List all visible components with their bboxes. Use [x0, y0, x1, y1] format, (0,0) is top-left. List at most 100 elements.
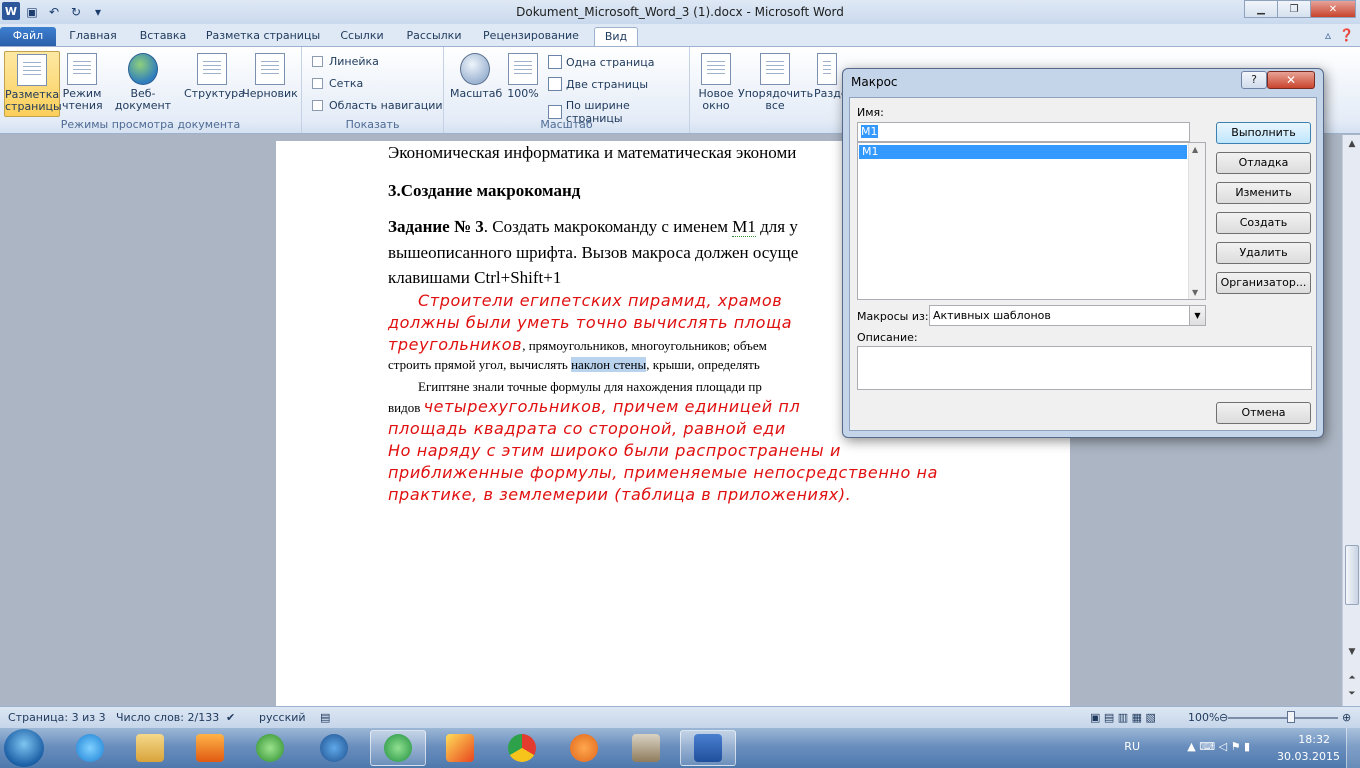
page-count[interactable]: Страница: 3 из 3	[8, 711, 106, 724]
dropdown-arrow-icon[interactable]: ▼	[1189, 306, 1205, 325]
views-group-label: Режимы просмотра документа	[60, 118, 241, 131]
create-button[interactable]: Создать	[1216, 212, 1311, 234]
taskbar-ie[interactable]	[62, 730, 118, 766]
run-button[interactable]: Выполнить	[1216, 122, 1311, 144]
edit-button[interactable]: Изменить	[1216, 182, 1311, 204]
red-text-line: видов четырехугольников, причем единицей…	[388, 397, 801, 416]
tab-mailings[interactable]: Рассылки	[400, 27, 468, 47]
dialog-body: Имя: М1 М1 ▲ ▼ Выполнить Отладка Изменит…	[849, 97, 1317, 431]
arrange-all-button[interactable]: Упорядочить все	[738, 51, 813, 117]
macro-dialog: Макрос ? ✕ Имя: М1 М1 ▲ ▼ Выполнить Отла…	[842, 68, 1324, 438]
close-button[interactable]: ✕	[1310, 0, 1356, 18]
start-button[interactable]	[4, 729, 44, 767]
scroll-up-icon[interactable]: ▲	[1345, 137, 1359, 151]
text-line: Египтяне знали точные формулы для нахожд…	[418, 379, 762, 394]
chrome-icon	[508, 734, 536, 762]
globe-icon	[128, 53, 158, 85]
reading-mode-button[interactable]: Режим чтения	[62, 51, 103, 117]
show-desktop-button[interactable]	[1346, 728, 1360, 768]
list-scrollbar[interactable]: ▲ ▼	[1188, 143, 1205, 299]
dialog-title: Макрос	[851, 75, 898, 89]
scroll-down-icon[interactable]: ▼	[1345, 645, 1359, 659]
draft-button[interactable]: Черновик	[242, 51, 298, 117]
taskbar-word[interactable]	[680, 730, 736, 766]
dialog-close-button[interactable]: ✕	[1267, 71, 1315, 89]
scroll-down-icon[interactable]: ▼	[1192, 288, 1198, 297]
taskbar-mail[interactable]	[306, 730, 362, 766]
tab-insert[interactable]: Вставка	[130, 27, 196, 47]
taskbar-app[interactable]	[432, 730, 488, 766]
new-window-button[interactable]: Новое окно	[696, 51, 736, 117]
taskbar-explorer[interactable]	[122, 730, 178, 766]
media-icon	[196, 734, 224, 762]
zoom-slider[interactable]	[1228, 717, 1338, 719]
taskbar-chrome[interactable]	[494, 730, 550, 766]
scroll-thumb[interactable]	[1345, 545, 1359, 605]
tab-references[interactable]: Ссылки	[330, 27, 394, 47]
tab-layout[interactable]: Разметка страницы	[202, 27, 324, 47]
red-text-line: приближенные формулы, применяемые непоср…	[388, 463, 939, 482]
zoom-in-icon[interactable]: ⊕	[1342, 711, 1351, 724]
draft-icon	[255, 53, 285, 85]
grid-checkbox[interactable]: Сетка	[312, 77, 363, 90]
one-page-button[interactable]: Одна страница	[548, 55, 654, 69]
minimize-button[interactable]: ▁	[1244, 0, 1278, 18]
zoom-out-icon[interactable]: ⊖	[1219, 711, 1228, 724]
taskbar-tool[interactable]	[618, 730, 674, 766]
restore-button[interactable]: ❐	[1277, 0, 1311, 18]
zoom-level[interactable]: 100%	[1188, 711, 1219, 724]
taskbar-media[interactable]	[182, 730, 238, 766]
nav-pane-checkbox[interactable]: Область навигации	[312, 99, 443, 112]
help-icon[interactable]: ❓	[1339, 28, 1354, 42]
two-pages-icon	[548, 77, 562, 91]
collapse-ribbon-icon[interactable]: ▵	[1325, 28, 1331, 42]
zoom-button[interactable]: Масштаб	[450, 51, 502, 117]
macro-list[interactable]: М1 ▲ ▼	[857, 142, 1206, 300]
ruler-checkbox[interactable]: Линейка	[312, 55, 379, 68]
tab-file[interactable]: Файл	[0, 27, 56, 47]
macros-in-select[interactable]: Активных шаблонов ▼	[929, 305, 1206, 326]
tab-view[interactable]: Вид	[594, 27, 638, 47]
section-heading: 3.Создание макрокоманд	[388, 181, 581, 200]
zoom-100-button[interactable]: 100%	[504, 51, 542, 117]
scroll-up-icon[interactable]: ▲	[1192, 145, 1198, 154]
word-count[interactable]: Число слов: 2/133	[116, 711, 219, 724]
organizer-button[interactable]: Организатор...	[1216, 272, 1311, 294]
language[interactable]: русский	[259, 711, 306, 724]
macro-name-input[interactable]: М1	[857, 122, 1190, 142]
book-icon	[67, 53, 97, 85]
delete-button[interactable]: Удалить	[1216, 242, 1311, 264]
two-pages-button[interactable]: Две страницы	[548, 77, 648, 91]
zoom-group-label: Масштаб	[540, 118, 593, 131]
debug-button[interactable]: Отладка	[1216, 152, 1311, 174]
dialog-help-button[interactable]: ?	[1241, 71, 1267, 89]
vertical-scrollbar[interactable]: ▲ ▼ ⏶ ⏷	[1342, 135, 1360, 706]
outline-button[interactable]: Структура	[184, 51, 245, 117]
tray-icons[interactable]: ▲ ⌨ ◁ ⚑ ▮	[1187, 740, 1250, 753]
view-buttons[interactable]: ▣ ▤ ▥ ▦ ▧	[1090, 711, 1156, 724]
split-button[interactable]: Разде	[814, 51, 848, 117]
tab-review[interactable]: Рецензирование	[474, 27, 588, 47]
clock-time[interactable]: 18:32	[1298, 733, 1330, 746]
taskbar-avast[interactable]	[556, 730, 612, 766]
tab-home[interactable]: Главная	[62, 27, 124, 47]
zoom-slider-knob[interactable]	[1287, 711, 1295, 723]
cancel-button[interactable]: Отмена	[1216, 402, 1311, 424]
list-item[interactable]: М1	[859, 145, 1187, 159]
split-icon	[817, 53, 837, 85]
web-layout-button[interactable]: Веб-документ	[104, 51, 182, 117]
taskbar-messenger[interactable]	[242, 730, 298, 766]
page-width-icon	[548, 105, 562, 119]
checkbox-box	[312, 100, 323, 111]
macros-in-label: Макросы из:	[857, 310, 929, 323]
mail-icon	[384, 734, 412, 762]
taskbar-mail-active[interactable]	[370, 730, 426, 766]
page-100-icon	[508, 53, 538, 85]
spellcheck-icon[interactable]: ✔	[226, 711, 235, 724]
prev-page-icon[interactable]: ⏶	[1345, 671, 1359, 685]
macro-record-icon[interactable]: ▤	[320, 711, 330, 724]
next-page-icon[interactable]: ⏷	[1345, 687, 1359, 701]
print-layout-button[interactable]: Разметка страницы	[4, 51, 62, 117]
clock-date[interactable]: 30.03.2015	[1277, 750, 1340, 763]
language-indicator[interactable]: RU	[1124, 740, 1140, 753]
